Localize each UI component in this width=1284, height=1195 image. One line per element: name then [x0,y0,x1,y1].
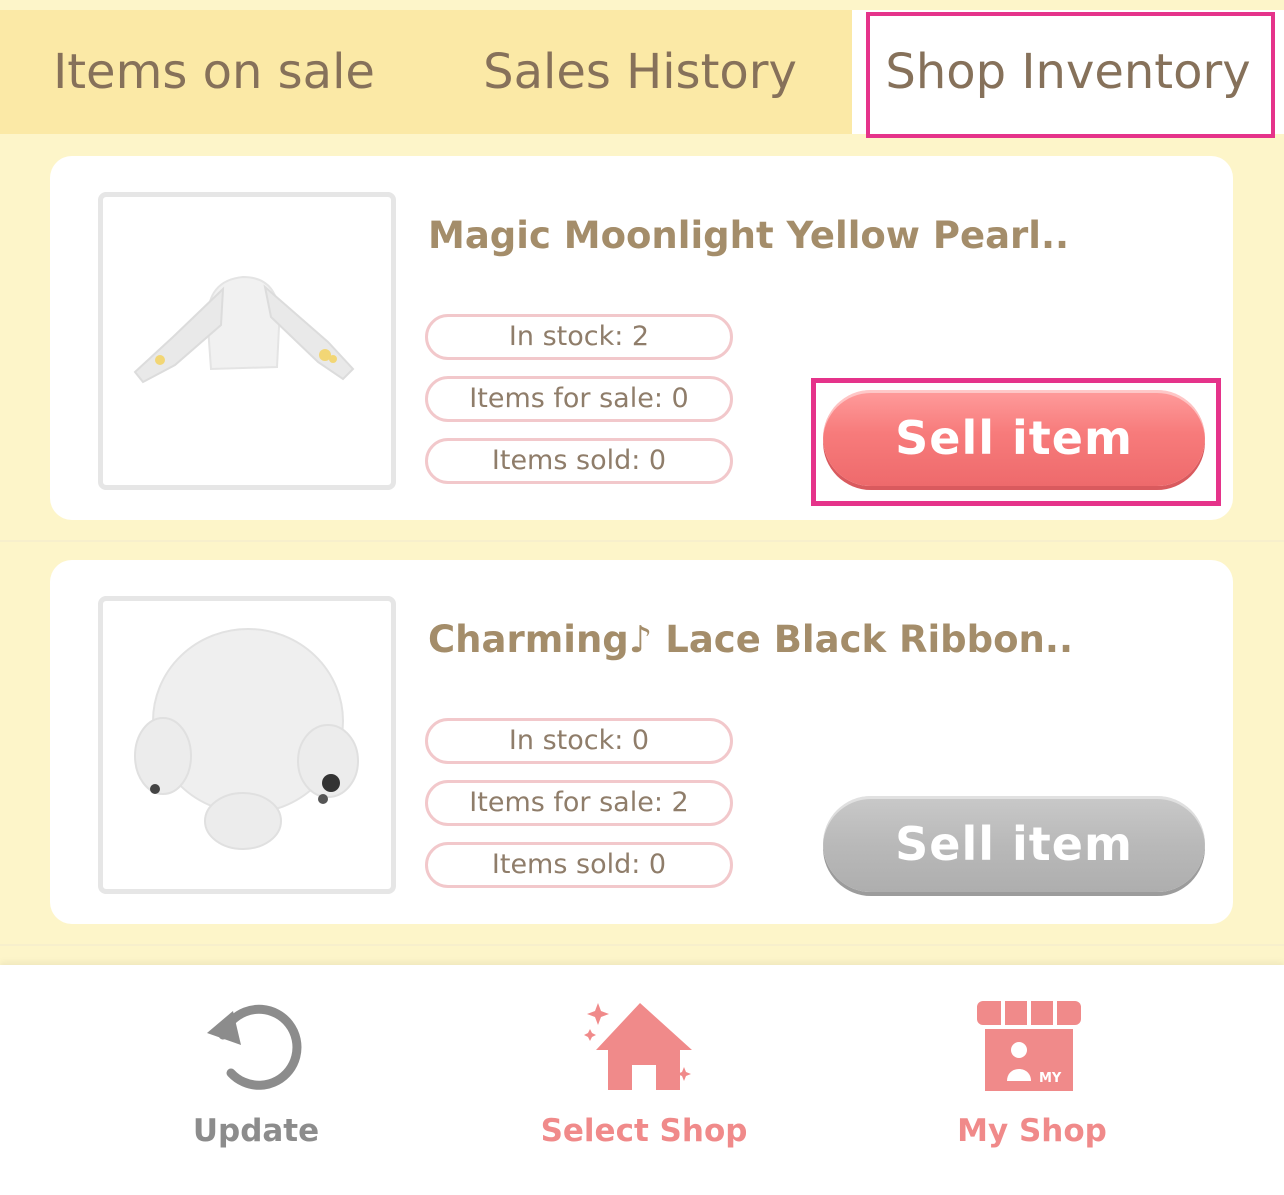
tab-sales-history[interactable]: Sales History [428,10,852,134]
item-thumbnail [98,192,396,490]
divider [0,540,1284,542]
hair-ribbon-item-image [134,628,359,850]
item-name: Charming♪ Lace Black Ribbon.. [428,618,1074,661]
select-shop-button[interactable]: Select Shop [514,965,774,1195]
bottom-nav-bar: Update Select Shop MY My Shop [0,965,1284,1195]
tab-items-on-sale[interactable]: Items on sale [0,10,428,134]
tab-shop-inventory[interactable]: Shop Inventory [852,10,1284,134]
item-thumbnail [98,596,396,894]
sell-item-button[interactable]: Sell item [823,390,1205,486]
items-sold-badge: Items sold: 0 [425,842,733,888]
my-shop-button[interactable]: MY My Shop [902,965,1162,1195]
inventory-item-card: Charming♪ Lace Black Ribbon.. In stock: … [50,560,1233,924]
update-label: Update [192,1113,320,1149]
divider [0,944,1284,946]
refresh-icon [207,1004,302,1090]
item-name: Magic Moonlight Yellow Pearl.. [428,214,1070,257]
update-button[interactable]: Update [126,965,386,1195]
blouse-item-image [133,275,355,384]
my-shop-label: My Shop [957,1113,1107,1149]
tab-bar: Items on sale Sales History Shop Invento… [0,0,1284,138]
items-for-sale-badge: Items for sale: 2 [425,780,733,826]
select-shop-label: Select Shop [540,1113,748,1149]
my-badge: MY [1039,1071,1062,1086]
sell-item-button-disabled[interactable]: Sell item [823,796,1205,892]
inventory-item-card: Magic Moonlight Yellow Pearl.. In stock:… [50,156,1233,520]
in-stock-badge: In stock: 2 [425,314,733,360]
items-sold-badge: Items sold: 0 [425,438,733,484]
house-sparkle-icon [584,1003,692,1090]
items-for-sale-badge: Items for sale: 0 [425,376,733,422]
storefront-icon: MY [977,1001,1081,1091]
in-stock-badge: In stock: 0 [425,718,733,764]
